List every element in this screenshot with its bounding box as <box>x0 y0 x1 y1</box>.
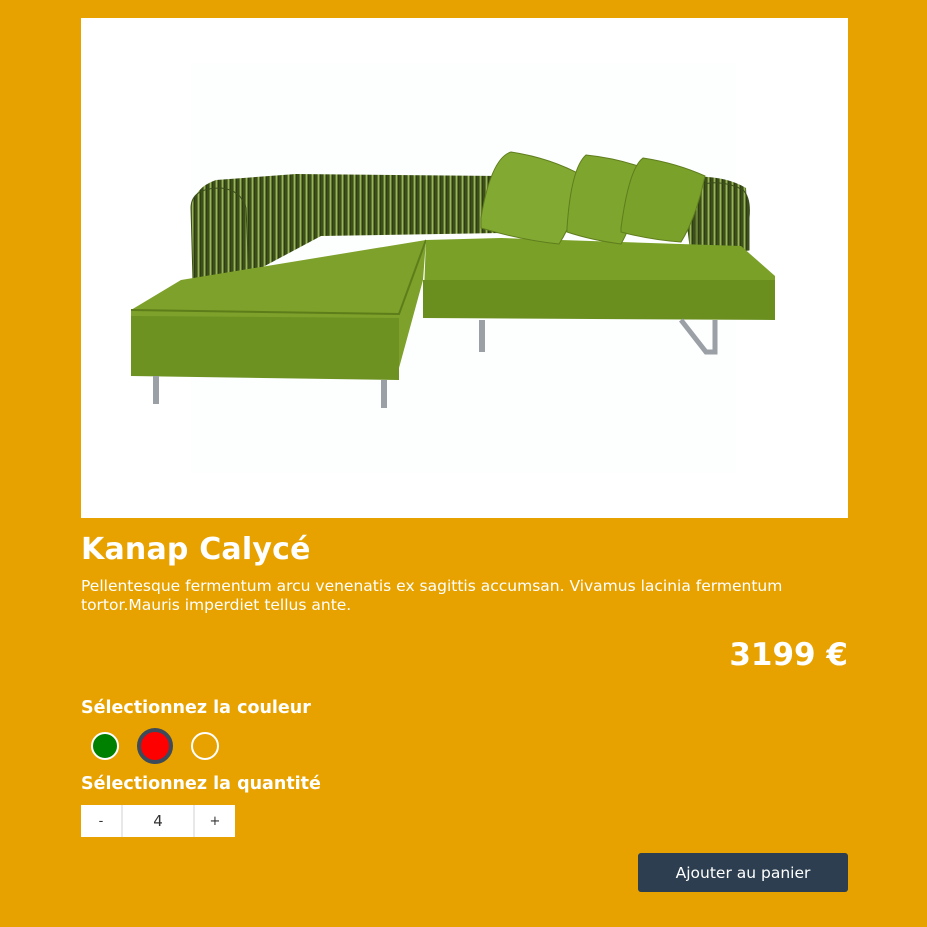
color-swatch-orange[interactable] <box>191 732 219 760</box>
quantity-input[interactable]: 4 <box>123 805 193 837</box>
color-swatches <box>91 728 848 764</box>
quantity-section-label: Sélectionnez la quantité <box>81 774 321 794</box>
product-description: Pellentesque fermentum arcu venenatis ex… <box>81 577 783 614</box>
product-title: Kanap Calycé <box>81 532 311 567</box>
quantity-stepper: - 4 + <box>81 805 235 837</box>
product-card: Kanap Calycé Pellentesque fermentum arcu… <box>81 18 848 892</box>
color-swatch-green[interactable] <box>91 732 119 760</box>
product-image <box>81 18 848 518</box>
add-to-cart-button[interactable]: Ajouter au panier <box>638 853 848 892</box>
increment-button[interactable]: + <box>195 805 235 837</box>
cart-row: Ajouter au panier <box>81 853 848 892</box>
color-swatch-red[interactable] <box>137 728 173 764</box>
sofa-illustration <box>130 63 775 473</box>
product-price: 3199 € <box>729 637 848 673</box>
color-section-label: Sélectionnez la couleur <box>81 698 311 718</box>
decrement-button[interactable]: - <box>81 805 121 837</box>
